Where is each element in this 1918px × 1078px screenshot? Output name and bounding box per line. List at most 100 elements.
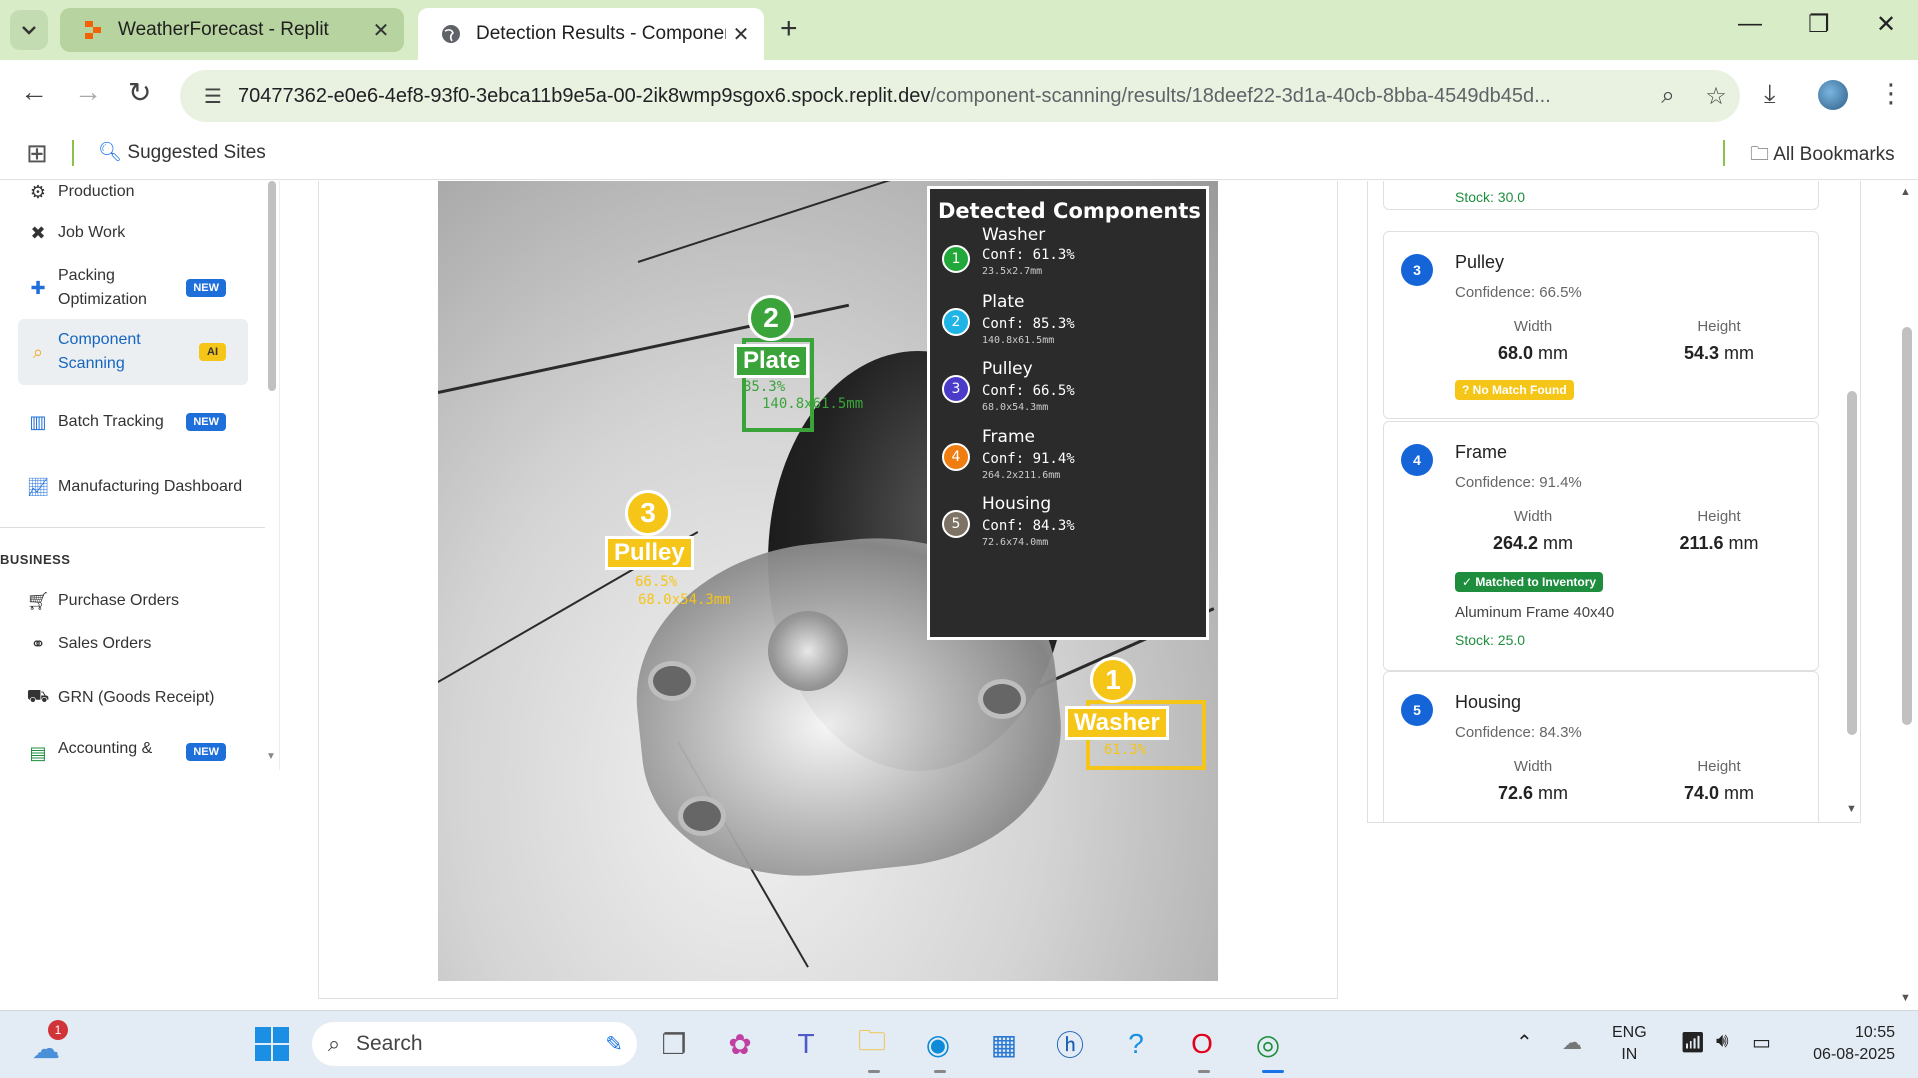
address-bar[interactable]: ☰ 70477362-e0e6-4ef8-93f0-3ebca11b9e5a-0… bbox=[180, 70, 1740, 122]
scroll-up-icon[interactable]: ▲ bbox=[1900, 186, 1911, 198]
download-icon[interactable]: ⤓ bbox=[1764, 78, 1776, 110]
sidebar-item-packing-optimization[interactable]: ✚ Packing Optimization NEW bbox=[18, 260, 248, 316]
unit: mm bbox=[1538, 343, 1569, 363]
marker-label: Pulley bbox=[605, 536, 694, 570]
sidebar-item-label: Sales Orders bbox=[58, 635, 152, 652]
sidebar-scrollbar[interactable] bbox=[268, 181, 276, 391]
caster-axle bbox=[768, 611, 848, 691]
all-bookmarks[interactable]: 🗀 All Bookmarks bbox=[1750, 140, 1895, 172]
detected-item: 2 Plate Conf: 85.3% 140.8x61.5mm bbox=[940, 292, 1200, 358]
sidebar-item-sales-orders[interactable]: ⚭ Sales Orders bbox=[18, 629, 248, 659]
site-settings-icon[interactable]: ☰ bbox=[188, 84, 238, 109]
taskbar-search[interactable]: ⌕ Search ✎ bbox=[312, 1022, 637, 1066]
sidebar-item-batch-tracking[interactable]: ▥ Batch Tracking NEW bbox=[18, 394, 248, 450]
chevron-up-icon[interactable]: ⌃ bbox=[1516, 1030, 1533, 1055]
new-badge: NEW bbox=[186, 279, 226, 297]
marker-confidence: 85.3% bbox=[743, 379, 786, 395]
close-tab-icon[interactable]: ✕ bbox=[366, 18, 396, 43]
item-number: 3 bbox=[942, 375, 970, 403]
search-icon: ⌕ bbox=[32, 341, 44, 362]
restore-icon[interactable]: ❐ bbox=[1808, 10, 1830, 39]
component-card-2: Stock: 30.0 bbox=[1383, 181, 1819, 210]
scroll-down-icon[interactable]: ▼ bbox=[266, 751, 276, 762]
component-card-4: 4 Frame Confidence: 91.4% Width 264.2 mm… bbox=[1383, 421, 1819, 671]
store-icon[interactable]: ▦ bbox=[984, 1024, 1024, 1064]
edge-icon[interactable]: ◉ bbox=[918, 1024, 958, 1064]
item-confidence: Conf: 66.5% bbox=[982, 383, 1075, 399]
teams-icon[interactable]: T bbox=[786, 1024, 826, 1064]
apps-grid-icon[interactable]: ⊞ bbox=[26, 138, 48, 169]
hp-icon[interactable]: ⓗ bbox=[1050, 1024, 1090, 1064]
chrome-icon[interactable]: ◎ bbox=[1248, 1024, 1288, 1064]
url-text[interactable]: 70477362-e0e6-4ef8-93f0-3ebca11b9e5a-00-… bbox=[238, 85, 1644, 108]
sidebar-item-accounting[interactable]: ▤ Accounting & NEW bbox=[18, 737, 248, 770]
clock[interactable]: 10:55 06-08-2025 bbox=[1800, 1022, 1895, 1066]
width-field: Width 264.2 mm bbox=[1453, 508, 1613, 554]
page-scrollbar[interactable] bbox=[1902, 327, 1912, 725]
sidebar-item-label: Packing Optimization bbox=[58, 267, 147, 308]
tab-title: Detection Results - Component bbox=[476, 23, 726, 44]
copilot-search-icon: ✎ bbox=[605, 1032, 623, 1056]
reload-icon[interactable]: ↻ bbox=[128, 76, 151, 109]
volume-icon[interactable]: 🔊︎ bbox=[1716, 1030, 1729, 1053]
item-confidence: Conf: 91.4% bbox=[982, 451, 1075, 467]
sidebar-item-production[interactable]: ⚙ Production bbox=[18, 181, 248, 207]
back-icon[interactable]: ← bbox=[20, 76, 48, 108]
item-dimensions: 68.0x54.3mm bbox=[982, 402, 1049, 413]
windows-start-icon[interactable] bbox=[252, 1024, 292, 1064]
gears-icon: ⚙ bbox=[29, 181, 47, 202]
scroll-down-icon[interactable]: ▼ bbox=[1900, 992, 1911, 1004]
item-confidence: Conf: 61.3% bbox=[982, 247, 1075, 263]
results-scrollbar[interactable] bbox=[1847, 391, 1857, 735]
marker-label: Plate bbox=[734, 344, 810, 378]
scroll-down-icon[interactable]: ▼ bbox=[1846, 803, 1857, 815]
sidebar-item-manufacturing-dashboard[interactable]: 📈︎ Manufacturing Dashboard bbox=[18, 459, 248, 515]
tab-detection-results[interactable]: Detection Results - Component ✕ bbox=[418, 8, 764, 60]
wifi-icon[interactable]: 📶︎ bbox=[1680, 1030, 1705, 1055]
sidebar-item-label: Production bbox=[58, 183, 135, 200]
task-view-icon[interactable]: ❐ bbox=[654, 1024, 694, 1064]
sidebar-item-purchase-orders[interactable]: 🛒︎ Purchase Orders bbox=[18, 586, 248, 616]
language-indicator[interactable]: ENG IN bbox=[1612, 1022, 1647, 1066]
marker-dimensions: 68.0x54.3mm bbox=[638, 592, 731, 608]
url-host: 70477362-e0e6-4ef8-93f0-3ebca11b9e5a-00-… bbox=[238, 84, 931, 107]
item-number: 5 bbox=[942, 510, 970, 538]
component-number: 4 bbox=[1401, 444, 1433, 476]
tab-search-button[interactable] bbox=[10, 10, 48, 50]
close-tab-icon[interactable]: ✕ bbox=[726, 22, 756, 47]
marker-number: 1 bbox=[1090, 657, 1136, 703]
opera-icon[interactable]: O bbox=[1182, 1024, 1222, 1064]
cart-icon: 🛒︎ bbox=[26, 590, 50, 611]
item-number: 1 bbox=[942, 245, 970, 273]
zoom-icon[interactable]: ⌕ bbox=[1644, 82, 1692, 110]
tab-weatherforecast[interactable]: WeatherForecast - Replit ✕ bbox=[60, 8, 404, 52]
sidebar-item-grn[interactable]: ⛟ GRN (Goods Receipt) bbox=[18, 683, 248, 713]
sidebar: ⚙ Production ✖ Job Work ✚ Packing Optimi… bbox=[0, 181, 280, 770]
battery-icon[interactable]: ▭ bbox=[1752, 1030, 1771, 1055]
clock-time: 10:55 bbox=[1854, 1024, 1895, 1041]
sidebar-item-component-scanning[interactable]: ⌕ Component Scanning AI bbox=[18, 319, 248, 385]
forward-icon[interactable]: → bbox=[74, 76, 102, 108]
component-number: 3 bbox=[1401, 254, 1433, 286]
more-menu-icon[interactable]: ⋮ bbox=[1878, 78, 1904, 109]
running-indicator bbox=[934, 1070, 946, 1073]
width-value: 72.6 bbox=[1497, 783, 1534, 803]
detected-components-panel: Detected Components 1 Washer Conf: 61.3%… bbox=[927, 186, 1209, 640]
search-icon: ⌕ bbox=[327, 1031, 341, 1056]
new-tab-icon[interactable]: + bbox=[780, 12, 798, 46]
tab-title: WeatherForecast - Replit bbox=[118, 19, 329, 40]
close-window-icon[interactable]: ✕ bbox=[1876, 10, 1896, 39]
file-explorer-icon[interactable]: 🗀 bbox=[852, 1024, 892, 1064]
bookmark-suggested-sites[interactable]: 🔍︎ Suggested Sites bbox=[98, 140, 266, 164]
marker-number: 2 bbox=[748, 295, 794, 341]
minimize-icon[interactable]: — bbox=[1738, 10, 1762, 38]
sidebar-item-job-work[interactable]: ✖ Job Work bbox=[18, 218, 248, 248]
help-icon[interactable]: ? bbox=[1116, 1024, 1156, 1064]
onedrive-icon[interactable]: ☁ bbox=[1562, 1030, 1582, 1055]
bookmark-star-icon[interactable]: ☆ bbox=[1692, 82, 1740, 111]
item-name: Washer bbox=[982, 225, 1046, 245]
detected-item: 1 Washer Conf: 61.3% 23.5x2.7mm bbox=[940, 225, 1200, 295]
component-confidence: Confidence: 84.3% bbox=[1455, 724, 1582, 741]
profile-avatar[interactable] bbox=[1818, 80, 1848, 110]
copilot-icon[interactable]: ✿ bbox=[720, 1024, 760, 1064]
